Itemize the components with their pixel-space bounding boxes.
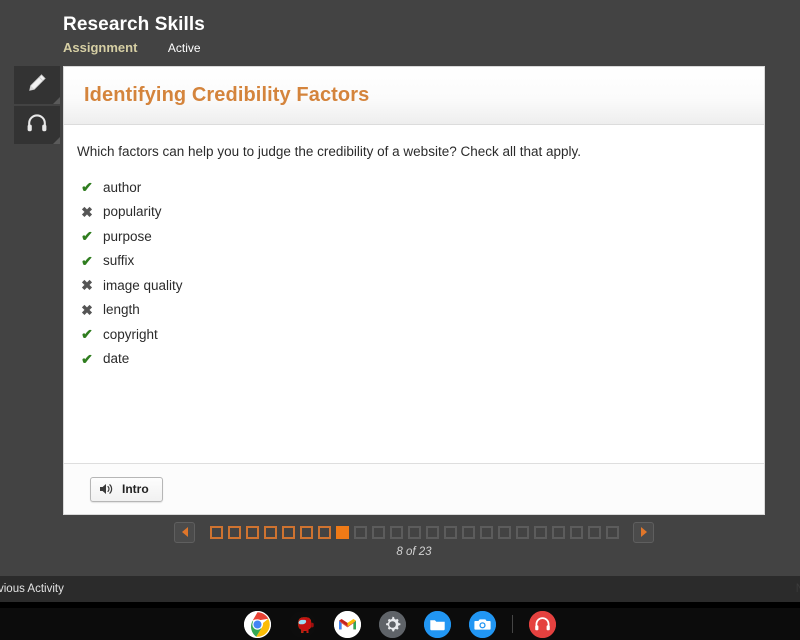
cross-icon: ✖ [81, 277, 93, 294]
tool-rail [14, 66, 60, 144]
marker-tool[interactable] [14, 66, 60, 104]
pagination-dot[interactable] [317, 525, 331, 539]
next-activity-link[interactable]: N [796, 583, 800, 595]
factor-label: purpose [103, 228, 152, 244]
factor-label: popularity [103, 204, 162, 220]
factor-item: ✔ date [77, 347, 748, 372]
assignment-label: Assignment [63, 40, 138, 55]
taskbar-icons [235, 610, 565, 638]
pagination-dot[interactable] [533, 525, 547, 539]
activity-nav-bar: vious Activity N [0, 576, 800, 602]
prev-page-button[interactable] [174, 521, 195, 543]
previous-activity-link[interactable]: vious Activity [0, 583, 64, 595]
pagination-dot[interactable] [407, 525, 421, 539]
factor-label: image quality [103, 277, 183, 293]
factor-label: author [103, 179, 142, 195]
card-footer: Intro [64, 463, 764, 514]
audio-tool[interactable] [14, 106, 60, 144]
pagination-dot[interactable] [587, 525, 601, 539]
check-icon: ✔ [81, 350, 93, 367]
card-body: Which factors can help you to judge the … [64, 125, 764, 463]
pagination-dot[interactable] [371, 525, 385, 539]
page-count-label: 8 of 23 [396, 546, 432, 558]
pagination-dot[interactable] [605, 525, 619, 539]
speaker-icon [99, 482, 114, 496]
pagination-dots [207, 525, 621, 539]
taskbar-separator [512, 615, 513, 633]
pagination-dot[interactable] [551, 525, 565, 539]
factor-item: ✔ purpose [77, 224, 748, 249]
factor-item: ✔ suffix [77, 249, 748, 274]
app-root: Research Skills Assignment Active Identi… [0, 0, 800, 640]
factor-item: ✖ popularity [77, 200, 748, 225]
intro-audio-button[interactable]: Intro [90, 476, 163, 502]
factor-list: ✔ author ✖ popularity ✔ purpose ✔ suffix ✖ image … [77, 175, 748, 371]
pagination-dot[interactable] [245, 525, 259, 539]
factor-item: ✖ image quality [77, 273, 748, 298]
cross-icon: ✖ [81, 203, 93, 220]
next-page-button[interactable] [633, 521, 654, 543]
page-title: Research Skills [63, 14, 205, 35]
check-icon: ✔ [81, 228, 93, 245]
pagination-dot[interactable] [461, 525, 475, 539]
activity-title: Identifying Credibility Factors [84, 84, 370, 106]
factor-item: ✖ length [77, 298, 748, 323]
check-icon: ✔ [81, 179, 93, 196]
card-header: Identifying Credibility Factors [64, 67, 764, 125]
files-icon[interactable] [424, 610, 451, 638]
pagination-dot[interactable] [425, 525, 439, 539]
check-icon: ✔ [81, 252, 93, 269]
pagination-dot[interactable] [209, 525, 223, 539]
course-subheader: Assignment Active [63, 40, 563, 56]
among-us-icon[interactable] [289, 610, 316, 638]
factor-label: date [103, 351, 130, 367]
pagination-dot[interactable] [443, 525, 457, 539]
check-icon: ✔ [81, 326, 93, 343]
pagination-dot[interactable] [569, 525, 583, 539]
pagination-dot[interactable] [227, 525, 241, 539]
status-badge: Active [167, 41, 201, 55]
pagination-dot[interactable] [281, 525, 295, 539]
factor-item: ✔ author [77, 175, 748, 200]
intro-audio-label: Intro [122, 482, 149, 496]
chrome-icon[interactable] [244, 610, 271, 638]
factor-item: ✔ copyright [77, 322, 748, 347]
pencil-icon [25, 71, 49, 100]
camera-icon[interactable] [469, 610, 496, 638]
pagination-dot[interactable] [497, 525, 511, 539]
triangle-right-icon [640, 527, 647, 537]
pagination-dot[interactable] [479, 525, 493, 539]
course-header: Research Skills Assignment Active [63, 14, 563, 56]
factor-label: suffix [103, 253, 135, 269]
headset-app-icon[interactable] [529, 610, 556, 638]
cross-icon: ✖ [81, 301, 93, 318]
pagination-dot[interactable] [263, 525, 277, 539]
activity-card: Identifying Credibility Factors Which fa… [63, 66, 765, 515]
triangle-left-icon [181, 527, 188, 537]
factor-label: length [103, 302, 140, 318]
gmail-icon[interactable] [334, 610, 361, 638]
taskbar [0, 608, 800, 640]
headphones-icon [25, 111, 49, 140]
settings-icon[interactable] [379, 610, 406, 638]
pagination-dot[interactable] [515, 525, 529, 539]
pagination-dot[interactable] [353, 525, 367, 539]
pagination-dot[interactable] [335, 525, 349, 539]
pagination-dot[interactable] [299, 525, 313, 539]
factor-label: copyright [103, 326, 158, 342]
question-text: Which factors can help you to judge the … [77, 144, 582, 159]
pagination-dot[interactable] [389, 525, 403, 539]
pagination [63, 519, 765, 545]
